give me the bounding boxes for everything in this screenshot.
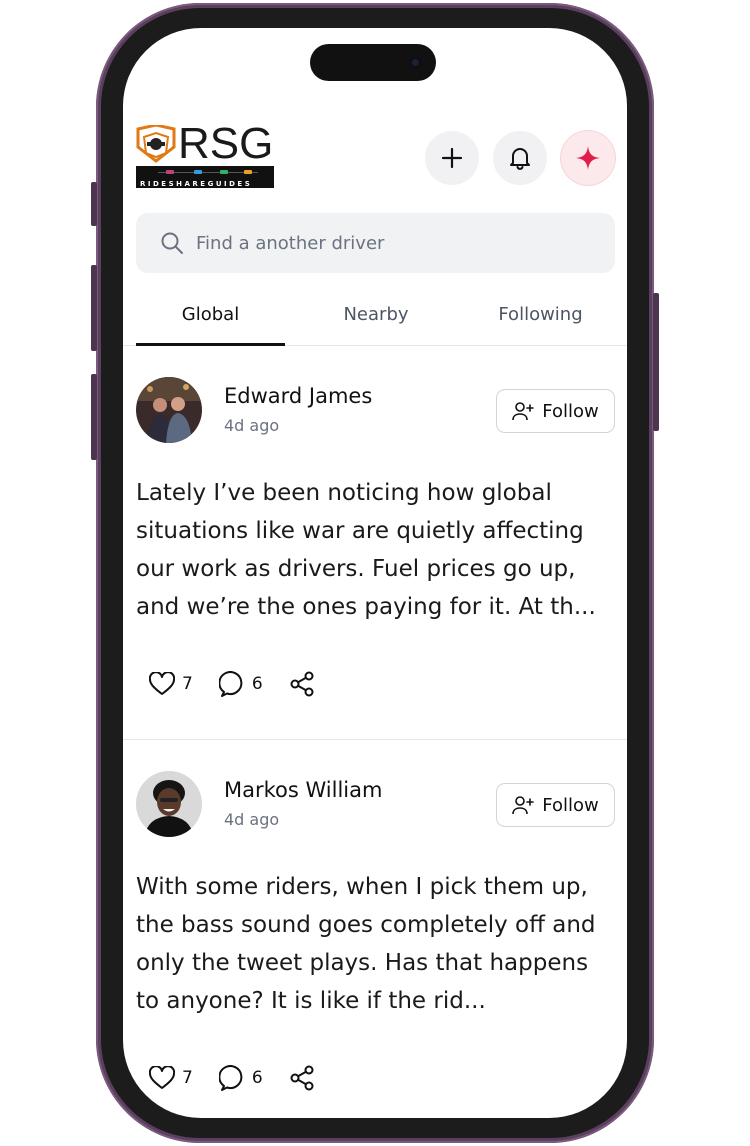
post-actions: 7 6 xyxy=(149,669,341,699)
plus-icon xyxy=(441,147,463,169)
avatar-photo xyxy=(136,771,202,837)
logo-strip-text: RIDESHAREGUIDES xyxy=(140,180,253,188)
avatar-photo xyxy=(136,377,202,443)
follow-button[interactable]: Follow xyxy=(496,389,615,433)
comment-count: 6 xyxy=(251,1068,263,1088)
logo-strip: RIDESHAREGUIDES xyxy=(136,166,274,188)
user-plus-icon xyxy=(512,796,535,815)
post-author[interactable]: Markos William xyxy=(224,778,382,802)
post-time: 4d ago xyxy=(224,416,280,435)
follow-label: Follow xyxy=(542,794,599,816)
feed-tabs: Global Nearby Following xyxy=(123,296,627,346)
phone-volume-up-button xyxy=(91,265,97,351)
like-button[interactable]: 7 xyxy=(149,672,193,696)
steering-wheel-badge-icon xyxy=(136,125,176,163)
post-text[interactable]: With some riders, when I pick them up, t… xyxy=(136,868,616,1020)
avatar[interactable] xyxy=(136,771,202,837)
comment-icon xyxy=(218,671,243,697)
road-cars-icon xyxy=(158,170,258,174)
phone-side-button xyxy=(91,182,97,226)
dynamic-island xyxy=(310,44,436,81)
heart-icon xyxy=(149,1066,175,1089)
share-button[interactable] xyxy=(289,671,315,697)
comment-button[interactable]: 6 xyxy=(218,671,263,697)
active-tab-indicator xyxy=(136,343,285,346)
tab-global[interactable]: Global xyxy=(136,296,285,346)
rsg-logo[interactable]: RSG RIDESHAREGUIDES xyxy=(136,119,274,193)
phone-power-button xyxy=(653,293,659,431)
sparkle-icon xyxy=(576,146,600,170)
post-actions: 7 6 xyxy=(149,1063,341,1093)
like-count: 7 xyxy=(182,674,193,694)
avatar[interactable] xyxy=(136,377,202,443)
like-count: 7 xyxy=(182,1068,193,1088)
tab-nearby[interactable]: Nearby xyxy=(301,296,451,346)
like-button[interactable]: 7 xyxy=(149,1066,193,1090)
tab-following[interactable]: Following xyxy=(468,296,613,346)
post-text[interactable]: Lately I’ve been noticing how global sit… xyxy=(136,474,616,626)
phone-volume-down-button xyxy=(91,374,97,460)
post-card: Edward James 4d ago Follow Lately I’ve b… xyxy=(123,377,627,740)
comment-count: 6 xyxy=(251,674,263,694)
share-button[interactable] xyxy=(289,1065,315,1091)
heart-icon xyxy=(149,672,175,695)
camera-icon xyxy=(409,56,422,69)
follow-label: Follow xyxy=(542,400,599,422)
notifications-button[interactable] xyxy=(493,131,547,185)
add-post-button[interactable] xyxy=(425,131,479,185)
post-time: 4d ago xyxy=(224,810,280,829)
comment-icon xyxy=(218,1065,243,1091)
post-author[interactable]: Edward James xyxy=(224,384,372,408)
search-icon xyxy=(161,232,183,254)
logo-text: RSG xyxy=(178,119,274,168)
post-card: Markos William 4d ago Follow With some r… xyxy=(123,771,627,1118)
search-input[interactable] xyxy=(196,213,596,273)
user-plus-icon xyxy=(512,402,535,421)
bell-icon xyxy=(510,148,530,170)
comment-button[interactable]: 6 xyxy=(218,1065,263,1091)
follow-button[interactable]: Follow xyxy=(496,783,615,827)
app-screen: RSG RIDESHAREGUIDES Find a another drive… xyxy=(123,28,627,1118)
share-icon xyxy=(290,1065,314,1091)
share-icon xyxy=(290,671,314,697)
ai-assistant-button[interactable] xyxy=(561,131,615,185)
search-bar[interactable] xyxy=(136,213,615,273)
